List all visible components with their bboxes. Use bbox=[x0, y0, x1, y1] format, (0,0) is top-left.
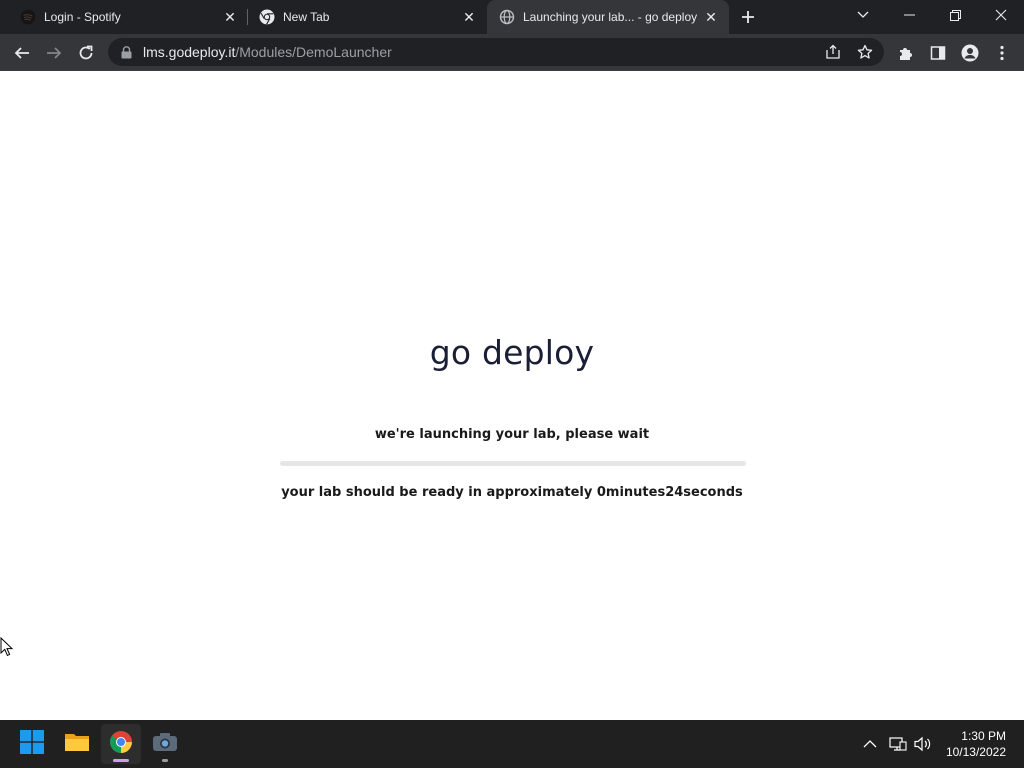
taskbar-file-explorer[interactable] bbox=[57, 724, 97, 764]
forward-button[interactable] bbox=[40, 39, 68, 67]
new-tab-button[interactable] bbox=[736, 5, 760, 29]
chrome-icon bbox=[259, 9, 275, 25]
active-app-indicator bbox=[113, 759, 129, 762]
minimize-button[interactable] bbox=[886, 0, 932, 30]
close-tab-icon[interactable]: ✕ bbox=[220, 7, 240, 27]
taskbar-camera[interactable] bbox=[145, 724, 185, 764]
share-icon[interactable] bbox=[824, 43, 842, 61]
page-content: go deploy we're launching your lab, plea… bbox=[0, 71, 1024, 720]
taskbar-chrome[interactable] bbox=[101, 724, 141, 764]
url-host: lms.godeploy.it bbox=[143, 44, 236, 60]
restore-button[interactable] bbox=[932, 0, 978, 30]
system-clock[interactable]: 1:30 PM 10/13/2022 bbox=[946, 728, 1006, 760]
launch-progress-bar bbox=[280, 461, 746, 466]
close-tab-icon[interactable]: ✕ bbox=[701, 7, 721, 27]
side-panel-icon[interactable] bbox=[924, 39, 952, 67]
url-text[interactable]: lms.godeploy.it/Modules/DemoLauncher bbox=[143, 44, 392, 60]
tab-title: New Tab bbox=[283, 10, 330, 24]
spotify-icon bbox=[20, 9, 36, 25]
chevron-up-icon[interactable] bbox=[860, 734, 880, 754]
tab-spotify-login[interactable]: Login - Spotify ✕ bbox=[0, 0, 246, 34]
globe-icon bbox=[499, 9, 515, 25]
close-window-button[interactable] bbox=[978, 0, 1024, 30]
tab-title: Login - Spotify bbox=[44, 10, 121, 24]
tab-search-icon[interactable] bbox=[840, 0, 886, 30]
bookmark-star-icon[interactable] bbox=[856, 43, 874, 61]
tab-title: Launching your lab... - go deploy bbox=[523, 10, 698, 24]
close-tab-icon[interactable]: ✕ bbox=[459, 7, 479, 27]
eta-message: your lab should be ready in approximatel… bbox=[281, 485, 743, 500]
lock-icon[interactable] bbox=[119, 45, 133, 59]
tab-new-tab[interactable]: New Tab ✕ bbox=[239, 0, 485, 34]
brand-title: go deploy bbox=[429, 333, 595, 372]
clock-time: 1:30 PM bbox=[961, 729, 1006, 743]
browser-tab-strip: Login - Spotify ✕ New Tab ✕ Launching yo… bbox=[0, 0, 1024, 34]
tab-launching-lab[interactable]: Launching your lab... - go deploy ✕ bbox=[487, 0, 729, 34]
launch-status-message: we're launching your lab, please wait bbox=[374, 427, 650, 442]
start-icon bbox=[20, 730, 44, 758]
back-button[interactable] bbox=[8, 39, 36, 67]
browser-toolbar: lms.godeploy.it/Modules/DemoLauncher bbox=[0, 34, 1024, 71]
chrome-icon bbox=[109, 730, 133, 758]
start-button[interactable] bbox=[12, 724, 52, 764]
profile-avatar-icon[interactable] bbox=[956, 39, 984, 67]
clock-date: 10/13/2022 bbox=[945, 745, 1006, 759]
windows-taskbar: 1:30 PM 10/13/2022 bbox=[0, 720, 1024, 768]
file-explorer-icon bbox=[64, 731, 90, 757]
network-icon[interactable] bbox=[888, 734, 908, 754]
reload-button[interactable] bbox=[72, 39, 100, 67]
extensions-icon[interactable] bbox=[892, 39, 920, 67]
camera-icon bbox=[152, 731, 178, 757]
address-bar[interactable]: lms.godeploy.it/Modules/DemoLauncher bbox=[108, 38, 884, 66]
running-app-indicator bbox=[162, 759, 168, 762]
menu-kebab-icon[interactable] bbox=[988, 39, 1016, 67]
volume-icon[interactable] bbox=[913, 734, 933, 754]
mouse-cursor-icon bbox=[0, 636, 14, 661]
url-path: /Modules/DemoLauncher bbox=[235, 44, 392, 60]
